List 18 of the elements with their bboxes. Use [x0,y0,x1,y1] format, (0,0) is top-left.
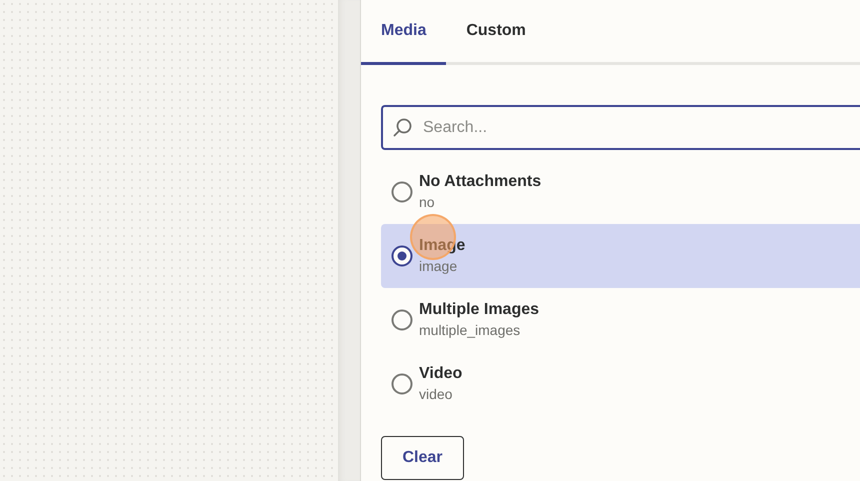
tab[interactable]: Media [361,0,446,65]
option-label: No Attachments [419,172,542,192]
radio-button[interactable] [391,373,413,395]
radio-button[interactable] [391,181,413,203]
radio-button[interactable] [391,245,413,267]
option-row[interactable]: No Attachments no [381,160,860,224]
option-value: no [419,193,436,212]
radio-button[interactable] [391,309,413,331]
option-row[interactable]: Multiple Images multiple_images [381,288,860,352]
search-field[interactable]: Search... [381,105,860,150]
option-label: Multiple Images [419,300,540,320]
clear-button[interactable]: Clear [381,436,464,480]
tab[interactable]: Custom [446,0,546,65]
option-value: image [419,257,458,276]
option-row[interactable]: Video video [381,352,860,416]
option-value: multiple_images [419,321,522,340]
option-label: Video [419,364,462,384]
option-value: video [419,385,454,404]
